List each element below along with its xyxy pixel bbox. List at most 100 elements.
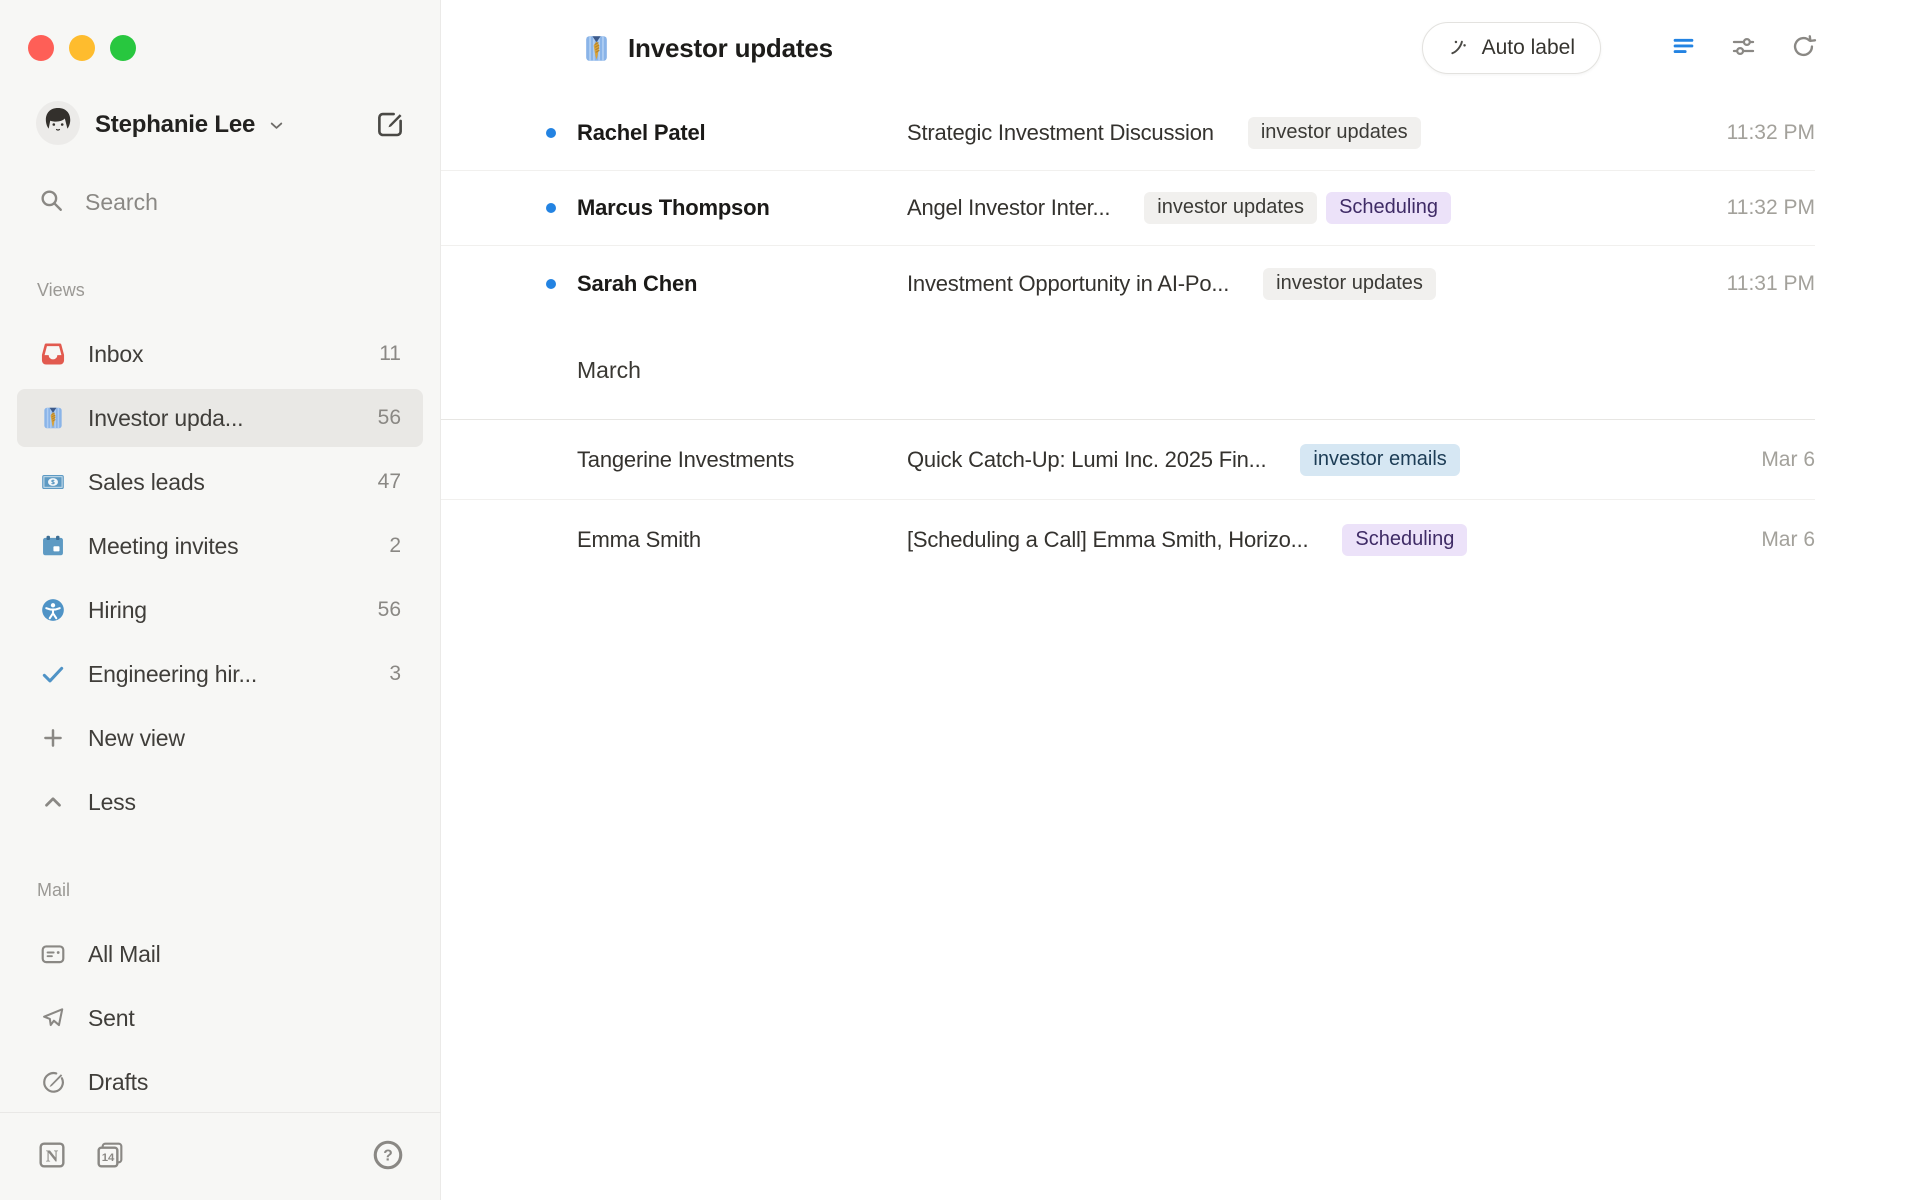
sidebar-item-label: Engineering hir...: [88, 661, 257, 688]
sidebar-item-sent[interactable]: Sent: [17, 989, 423, 1047]
sidebar-item-label: Inbox: [88, 341, 143, 368]
compose-icon: [375, 109, 405, 142]
page-title: Investor updates: [628, 33, 833, 64]
paper-plane-icon: [40, 1005, 66, 1031]
email-row[interactable]: Tangerine InvestmentsQuick Catch-Up: Lum…: [441, 420, 1815, 500]
sidebar-item-drafts[interactable]: Drafts: [17, 1053, 423, 1111]
email-tag-investor-updates[interactable]: investor updates: [1263, 268, 1436, 300]
person-circle-icon: [40, 597, 66, 623]
sidebar-item-new-view[interactable]: New view: [17, 709, 423, 767]
views-list: Inbox 11 Investor upda... 56 Sales leads 47 Me…: [0, 325, 440, 831]
help-icon: ?: [371, 1138, 405, 1175]
chevron-up-icon: [40, 789, 66, 815]
email-sender: Rachel Patel: [577, 120, 907, 146]
wand-icon: [1448, 35, 1471, 61]
sliders-icon: [1730, 33, 1757, 63]
refresh-button[interactable]: [1790, 33, 1817, 63]
email-tag-investor-emails[interactable]: investor emails: [1300, 444, 1459, 476]
search-label: Search: [85, 189, 158, 216]
user-name: Stephanie Lee: [95, 111, 255, 139]
email-sender: Marcus Thompson: [577, 195, 907, 221]
sidebar-item-count: 56: [378, 598, 401, 622]
email-tags: investor updates Scheduling: [1144, 192, 1451, 224]
app-window: Stephanie Lee Search Views Inbox 11 Invest…: [0, 0, 1920, 1200]
unread-dot: [546, 279, 556, 289]
sidebar-item-label: Sales leads: [88, 469, 205, 496]
sidebar-item-label: Investor upda...: [88, 405, 243, 432]
email-tag-investor-updates[interactable]: investor updates: [1248, 117, 1421, 149]
email-subject: [Scheduling a Call] Emma Smith, Horizo..…: [907, 527, 1308, 553]
help-button[interactable]: ?: [371, 1138, 405, 1175]
minimize-window-button[interactable]: [69, 35, 95, 61]
main-panel: Investor updates Auto label Rachel Patel…: [441, 0, 1920, 1200]
sidebar-item-meeting-invites[interactable]: Meeting invites 2: [17, 517, 423, 575]
auto-label-button[interactable]: Auto label: [1422, 22, 1601, 74]
avatar: [36, 101, 80, 150]
window-controls: [28, 35, 136, 61]
svg-text:14: 14: [102, 1152, 115, 1164]
svg-text:N: N: [46, 1147, 59, 1166]
mail-icon: [40, 941, 66, 967]
sidebar-item-count: 3: [389, 662, 401, 686]
sidebar-item-all-mail[interactable]: All Mail: [17, 925, 423, 983]
necktie-icon: [581, 33, 612, 64]
email-subject: Quick Catch-Up: Lumi Inc. 2025 Fin...: [907, 447, 1266, 473]
email-tag-investor-updates[interactable]: investor updates: [1144, 192, 1317, 224]
sidebar-item-engineering-hir[interactable]: Engineering hir... 3: [17, 645, 423, 703]
sidebar-footer: N 14 ?: [0, 1112, 441, 1200]
notion-calendar-button[interactable]: 14: [94, 1139, 126, 1174]
email-subject: Investment Opportunity in AI-Po...: [907, 271, 1229, 297]
refresh-icon: [1790, 33, 1817, 63]
sidebar-item-label: Hiring: [88, 597, 147, 624]
filter-button[interactable]: [1670, 33, 1697, 63]
notion-app-button[interactable]: N: [36, 1139, 68, 1174]
sidebar-item-inbox[interactable]: Inbox 11: [17, 325, 423, 383]
view-options-button[interactable]: [1730, 33, 1757, 63]
sidebar-item-sales-leads[interactable]: Sales leads 47: [17, 453, 423, 511]
sidebar-item-label: Drafts: [88, 1069, 148, 1096]
email-tag-scheduling[interactable]: Scheduling: [1326, 192, 1451, 224]
views-section-label: Views: [0, 280, 440, 302]
compose-button[interactable]: [375, 109, 405, 142]
sidebar-item-investor-upda[interactable]: Investor upda... 56: [17, 389, 423, 447]
mail-list: All Mail Sent Drafts: [0, 925, 440, 1111]
email-row[interactable]: Emma Smith[Scheduling a Call] Emma Smith…: [441, 500, 1815, 580]
email-subject: Angel Investor Inter...: [907, 195, 1110, 221]
sidebar-item-hiring[interactable]: Hiring 56: [17, 581, 423, 639]
email-sender: Emma Smith: [577, 527, 907, 553]
mail-section-label: Mail: [0, 880, 440, 902]
email-subject: Strategic Investment Discussion: [907, 120, 1214, 146]
sidebar-item-count: 56: [378, 406, 401, 430]
svg-text:?: ?: [383, 1148, 393, 1165]
sidebar-item-count: 2: [389, 534, 401, 558]
header-toolbar: Auto label: [1422, 22, 1817, 74]
email-tags: investor updates: [1263, 268, 1436, 300]
email-time: 11:32 PM: [1727, 196, 1815, 220]
email-sender: Tangerine Investments: [577, 447, 907, 473]
necktie-icon: [40, 405, 66, 431]
email-group: Rachel PatelStrategic Investment Discuss…: [441, 96, 1815, 321]
email-time: 11:31 PM: [1727, 272, 1815, 296]
zoom-window-button[interactable]: [110, 35, 136, 61]
sidebar-item-label: Meeting invites: [88, 533, 238, 560]
view-header: Investor updates Auto label: [441, 0, 1920, 96]
search-button[interactable]: Search: [0, 180, 440, 224]
email-rows: Rachel PatelStrategic Investment Discuss…: [441, 96, 1815, 321]
email-tag-scheduling[interactable]: Scheduling: [1342, 524, 1467, 556]
notion-logo-icon: N: [36, 1139, 68, 1174]
sidebar-item-label: Less: [88, 789, 136, 816]
email-row[interactable]: Marcus ThompsonAngel Investor Inter... in…: [441, 171, 1815, 246]
email-group: MarchTangerine InvestmentsQuick Catch-Up…: [441, 321, 1815, 580]
search-icon: [38, 187, 64, 218]
auto-label-label: Auto label: [1482, 36, 1575, 60]
email-rows: Tangerine InvestmentsQuick Catch-Up: Lum…: [441, 420, 1815, 580]
account-switcher[interactable]: Stephanie Lee: [0, 100, 440, 150]
email-row[interactable]: Sarah ChenInvestment Opportunity in AI-P…: [441, 246, 1815, 321]
unread-dot: [546, 128, 556, 138]
email-row[interactable]: Rachel PatelStrategic Investment Discuss…: [441, 96, 1815, 171]
sidebar-item-count: 11: [379, 342, 401, 366]
checkmark-icon: [40, 661, 66, 687]
close-window-button[interactable]: [28, 35, 54, 61]
sidebar-item-count: 47: [378, 470, 401, 494]
sidebar-item-less[interactable]: Less: [17, 773, 423, 831]
